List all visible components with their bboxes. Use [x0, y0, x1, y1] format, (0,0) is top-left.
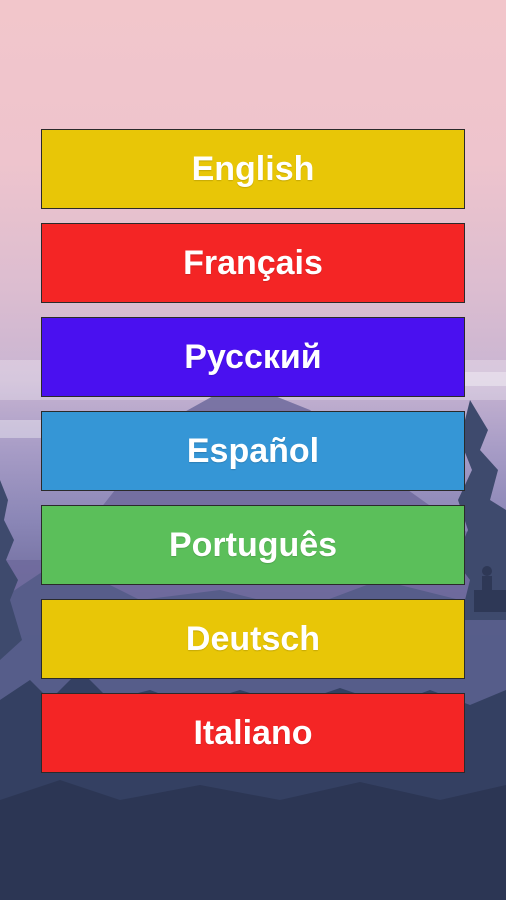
language-list: English Français Русский Español Português De…	[41, 129, 465, 787]
language-button-italiano[interactable]: Italiano	[41, 693, 465, 773]
language-button-label: Français	[183, 243, 323, 282]
language-button-label: Español	[186, 431, 320, 470]
language-button-label: Italiano	[193, 713, 313, 752]
language-button-portugues[interactable]: Português	[41, 505, 465, 585]
language-button-espanol[interactable]: Español	[41, 411, 465, 491]
language-button-label: Русский	[184, 337, 322, 376]
language-button-label: Deutsch	[185, 619, 321, 658]
language-button-francais[interactable]: Français	[41, 223, 465, 303]
language-button-label: Português	[168, 525, 338, 564]
language-button-english[interactable]: English	[41, 129, 465, 209]
language-button-deutsch[interactable]: Deutsch	[41, 599, 465, 679]
language-button-русскии[interactable]: Русский	[41, 317, 465, 397]
language-button-label: English	[191, 149, 315, 188]
